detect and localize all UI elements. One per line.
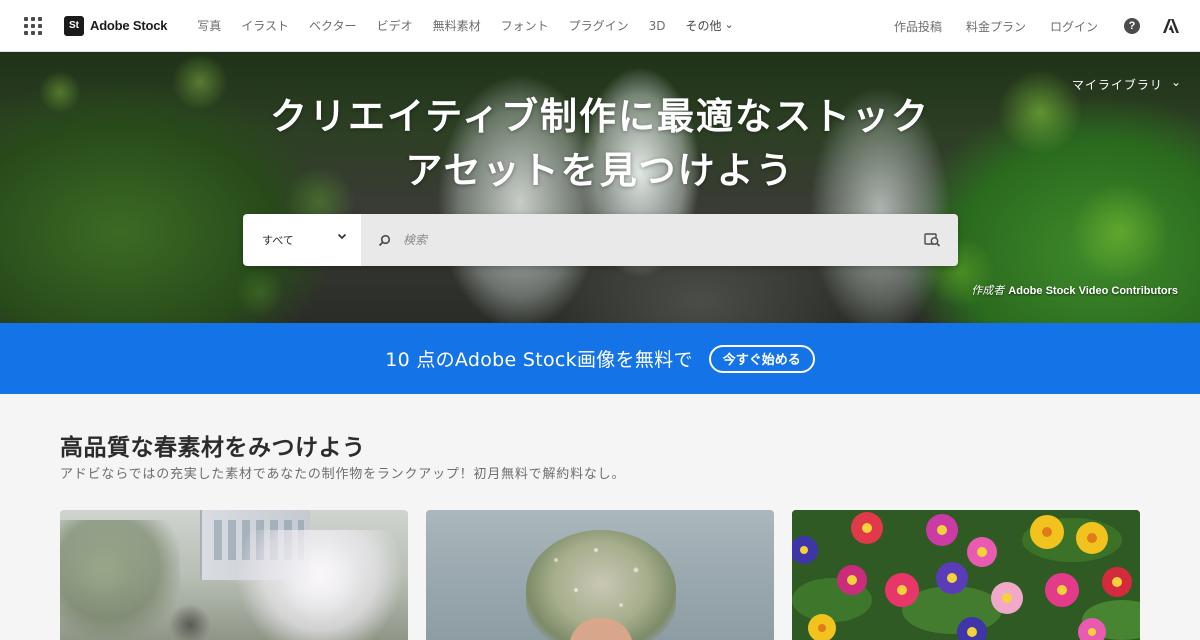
nav-item-pricing[interactable]: 料金プラン (966, 18, 1026, 35)
nav-item-illustrations[interactable]: イラスト (241, 17, 289, 34)
nav-item-contribute[interactable]: 作品投稿 (894, 18, 942, 35)
promo-banner: 10 点のAdobe Stock画像を無料で 今すぐ始める (0, 323, 1200, 394)
image-card-cherry-blossoms[interactable] (60, 510, 408, 640)
image-credit: 作成者 Adobe Stock Video Contributors (971, 282, 1178, 298)
card-image-primroses (792, 510, 1140, 640)
nav-item-3d[interactable]: 3D (649, 19, 666, 33)
adobe-logo-icon[interactable] (1162, 17, 1180, 35)
card-image-blossom (230, 530, 408, 640)
hero-title-line-1: クリエイティブ制作に最適なストック (269, 95, 931, 138)
promo-text: 10 点のAdobe Stock画像を無料で (385, 349, 693, 371)
credit-name[interactable]: Adobe Stock Video Contributors (1008, 285, 1178, 297)
nav-item-videos[interactable]: ビデオ (377, 17, 413, 34)
brand-name: Adobe Stock (90, 18, 168, 33)
brand-logo[interactable]: St Adobe Stock (64, 15, 168, 36)
hero-title: クリエイティブ制作に最適なストック アセットを見つけよう (0, 90, 1200, 198)
nav-right: 作品投稿 料金プラン ログイン ? (894, 0, 1200, 52)
nav-item-vectors[interactable]: ベクター (309, 17, 357, 34)
main-nav: 写真 イラスト ベクター ビデオ 無料素材 フォント プラグイン 3D その他 (177, 17, 733, 34)
help-icon[interactable]: ? (1124, 18, 1140, 34)
hero-banner: マイライブラリ クリエイティブ制作に最適なストック アセットを見つけよう すべて (0, 52, 1200, 323)
adobe-stock-badge-icon: St (64, 15, 84, 36)
top-navigation: St Adobe Stock 写真 イラスト ベクター ビデオ 無料素材 フォン… (0, 0, 1200, 52)
image-card-flower-crown[interactable] (426, 510, 774, 640)
section-subtitle: アドビならではの充実した素材であなたの制作物をランクアップ！初月無料で解約料なし… (60, 467, 626, 482)
hero-title-line-2: アセットを見つけよう (405, 149, 795, 192)
apps-grid-icon[interactable] (22, 15, 44, 37)
search-icon (378, 234, 391, 246)
visual-search-icon[interactable] (924, 231, 941, 248)
nav-item-fonts[interactable]: フォント (501, 17, 549, 34)
nav-item-free[interactable]: 無料素材 (433, 17, 481, 34)
credit-prefix: 作成者 (971, 285, 1005, 297)
chevron-down-icon (337, 233, 347, 240)
card-image-tree (60, 520, 180, 640)
section-title: 高品質な春素材をみつけよう (60, 435, 366, 461)
search-bar: すべて (243, 214, 958, 266)
search-type-select[interactable]: すべて (243, 214, 361, 266)
nav-item-login[interactable]: ログイン (1050, 18, 1098, 35)
nav-item-more[interactable]: その他 (686, 17, 734, 34)
start-now-button[interactable]: 今すぐ始める (708, 344, 815, 373)
nav-item-plugins[interactable]: プラグイン (569, 17, 629, 34)
image-card-primroses[interactable] (792, 510, 1140, 640)
nav-item-photos[interactable]: 写真 (197, 17, 221, 34)
search-input[interactable] (403, 233, 883, 247)
search-field (361, 214, 958, 266)
search-type-value: すべて (262, 234, 294, 247)
